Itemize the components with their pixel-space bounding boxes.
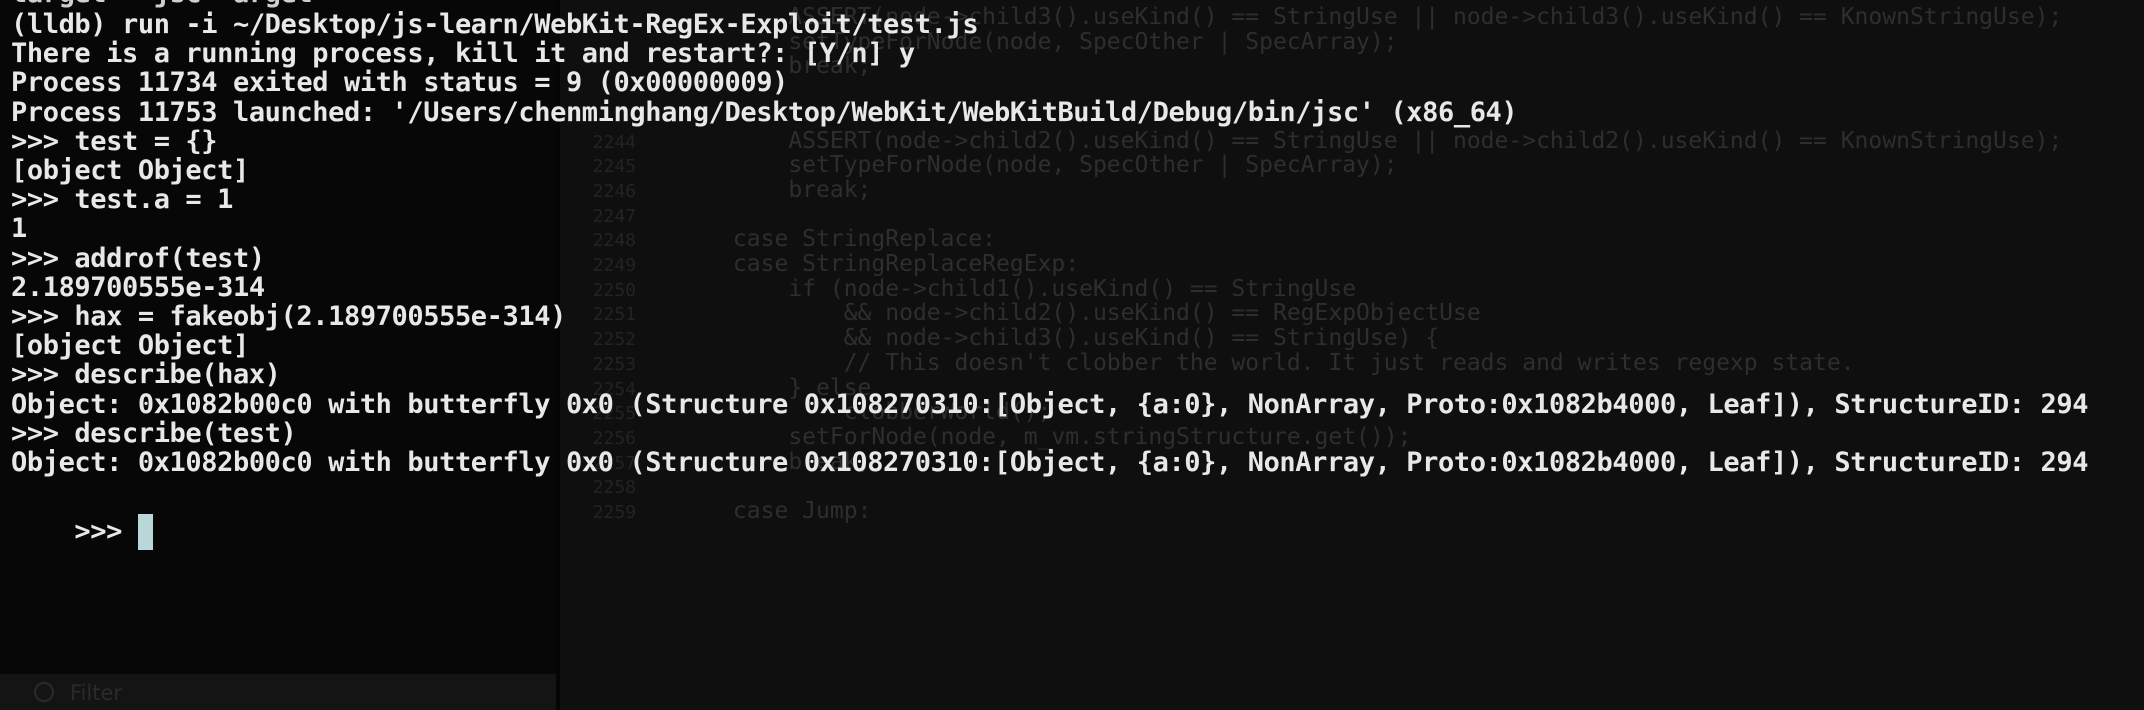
- terminal-output-line: Process 11753 launched: '/Users/chenming…: [11, 96, 1518, 128]
- text-cursor: [137, 514, 153, 551]
- terminal-output[interactable]: target = jsc arget (lldb) run -i ~/Deskt…: [0, 0, 2144, 710]
- terminal-prompt-line[interactable]: >>>: [11, 472, 153, 551]
- terminal-output-line: Object: 0x1082b00c0 with butterfly 0x0 (…: [11, 447, 2089, 478]
- terminal-prompt: >>>: [74, 516, 138, 548]
- terminal-output-line: Object: 0x1082b00c0 with butterfly 0x0 (…: [11, 388, 2089, 420]
- terminal-command-line: >>> test.a = 1: [11, 184, 233, 216]
